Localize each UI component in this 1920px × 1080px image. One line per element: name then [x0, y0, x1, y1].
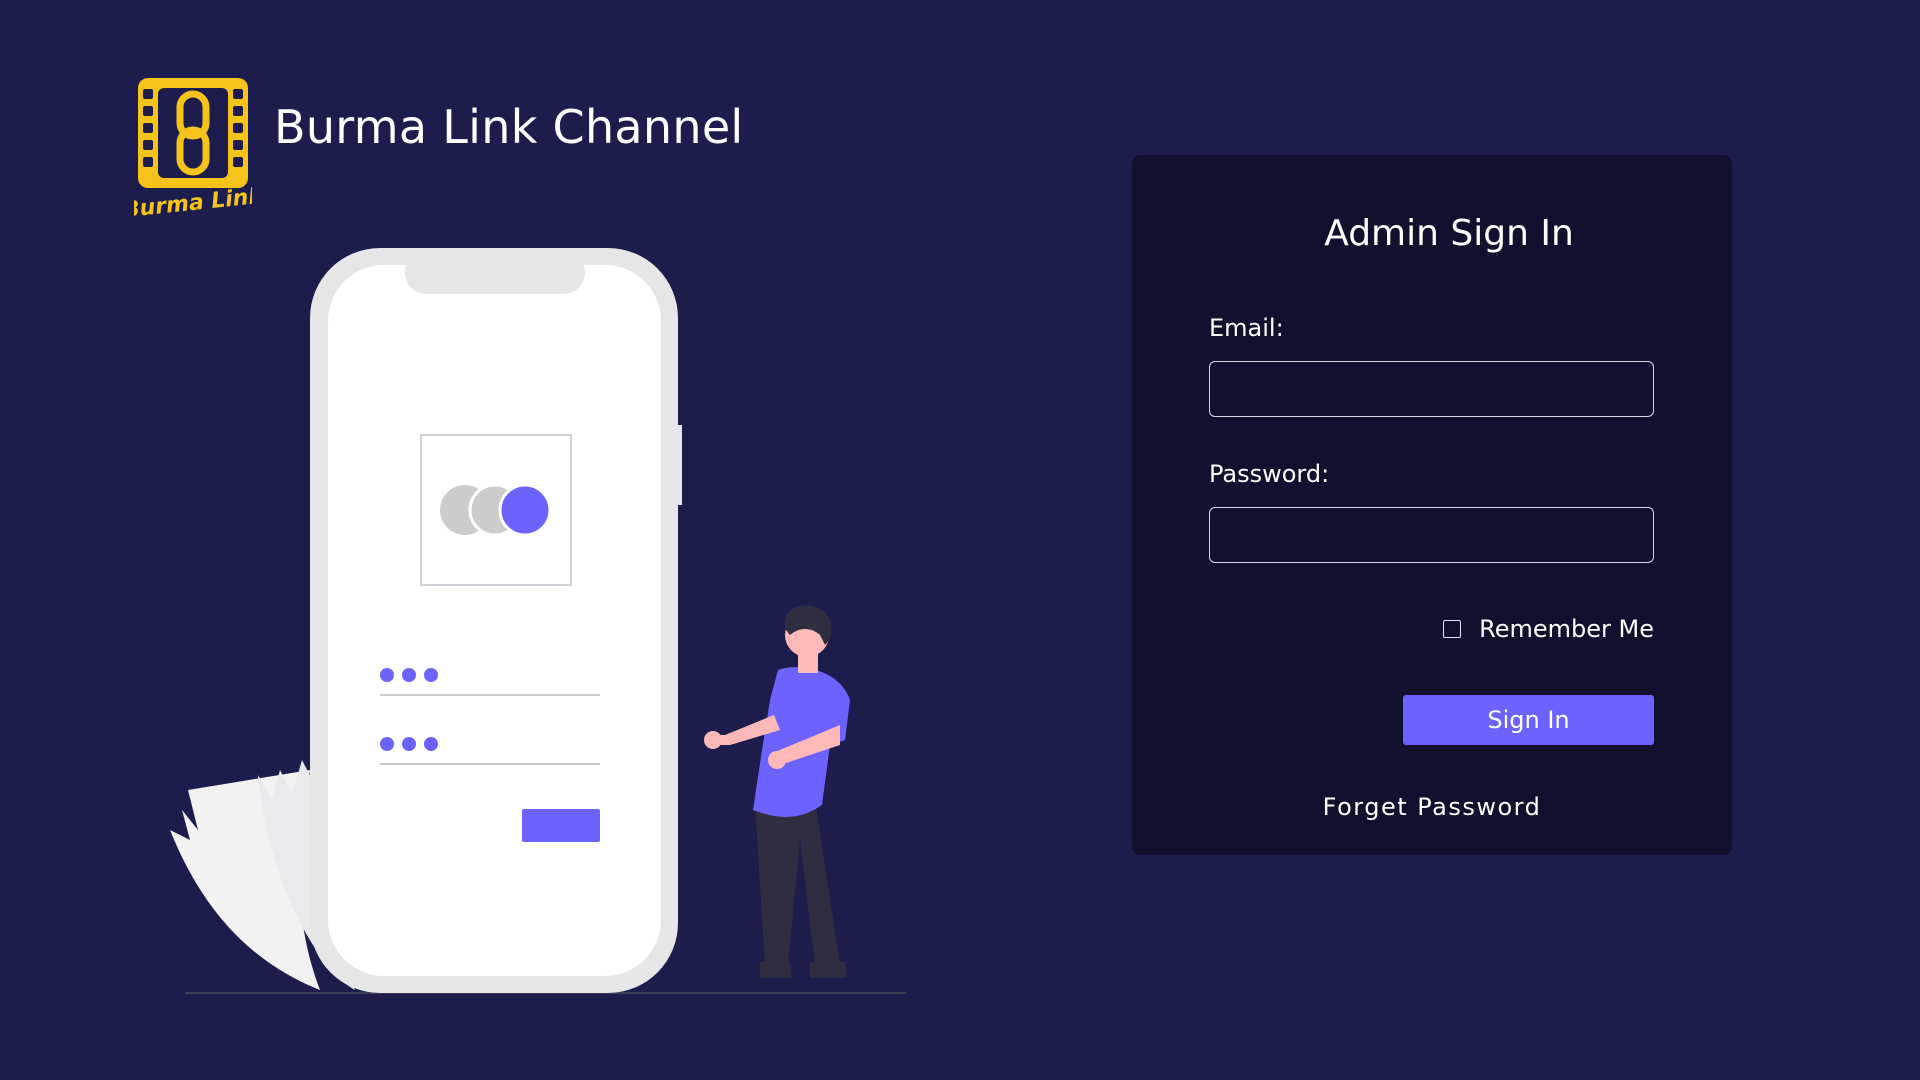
sign-in-button[interactable]: Sign In — [1403, 695, 1654, 745]
hero-illustration — [150, 230, 920, 1010]
remember-me-label[interactable]: Remember Me — [1479, 615, 1654, 643]
forget-password-link[interactable]: Forget Password — [1132, 793, 1732, 821]
login-illustration — [170, 248, 906, 994]
phone-icon — [310, 248, 682, 993]
password-label: Password: — [1209, 460, 1330, 488]
email-label: Email: — [1209, 314, 1284, 342]
email-field[interactable] — [1209, 361, 1654, 417]
login-page: Burma Link Burma Link Channel Admin Sign… — [0, 0, 1920, 1080]
remember-me[interactable]: Remember Me — [1443, 615, 1654, 643]
brand-header: Burma Link Burma Link Channel — [134, 74, 744, 220]
remember-me-checkbox[interactable] — [1443, 620, 1462, 638]
signin-title: Admin Sign In — [1324, 213, 1574, 254]
signin-card: Admin Sign In Email: Password: Remember … — [1132, 155, 1732, 855]
svg-text:Burma Link: Burma Link — [134, 184, 252, 220]
brand-title: Burma Link Channel — [274, 100, 744, 154]
person-icon — [704, 605, 850, 978]
password-field[interactable] — [1209, 507, 1654, 563]
burma-link-logo: Burma Link — [134, 78, 252, 220]
